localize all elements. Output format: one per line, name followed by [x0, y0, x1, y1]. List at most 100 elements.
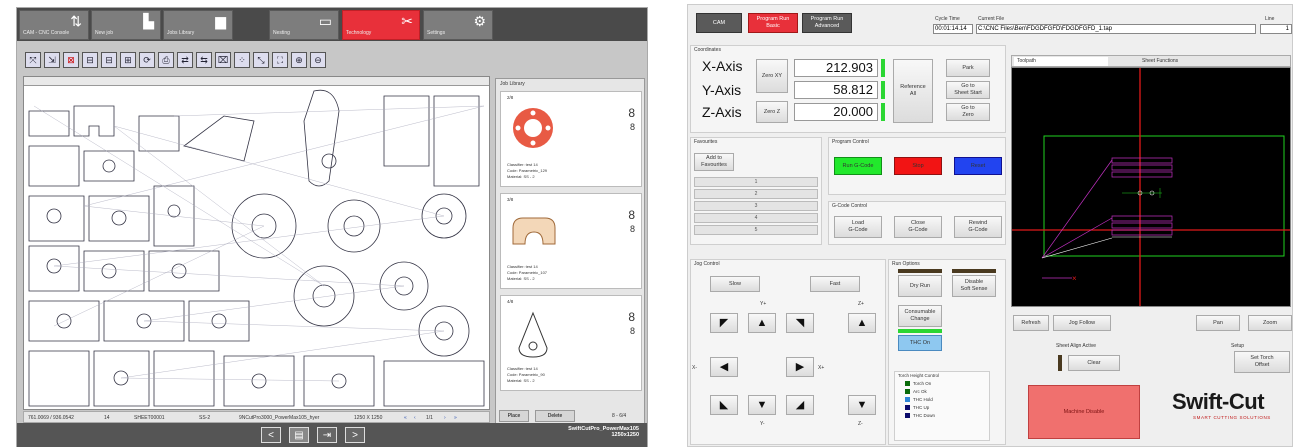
- jog-y-minus-button[interactable]: ▼: [748, 395, 776, 415]
- part-icon[interactable]: ⤧: [25, 52, 41, 68]
- toolpath-view[interactable]: ×: [1011, 67, 1291, 307]
- select-icon[interactable]: ⤡: [253, 52, 269, 68]
- tab-sheet-functions[interactable]: Sheet Functions: [1142, 58, 1178, 64]
- pan-button[interactable]: Pan: [1196, 315, 1240, 331]
- last-page-icon[interactable]: »: [454, 415, 457, 421]
- jog-z-plus-button[interactable]: ▲: [848, 313, 876, 333]
- favourite-slot[interactable]: 5: [694, 225, 818, 235]
- nesting-canvas[interactable]: [23, 76, 490, 410]
- stop-button[interactable]: Stop: [894, 157, 942, 175]
- y-status-bar: [881, 81, 885, 99]
- jog-fast-button[interactable]: Fast: [810, 276, 860, 292]
- favourite-slot[interactable]: 1: [694, 177, 818, 187]
- goto-sheet-start-button[interactable]: Go to Sheet Start: [946, 81, 990, 99]
- align-icon[interactable]: ⊞: [120, 52, 136, 68]
- dry-run-button[interactable]: Dry Run: [898, 275, 942, 297]
- jog-up-left-button[interactable]: ◤: [710, 313, 738, 333]
- machine-disable-button[interactable]: Machine Disable: [1028, 385, 1140, 439]
- export-icon[interactable]: ⇥: [317, 427, 337, 443]
- tab-settings[interactable]: Settings ⚙: [423, 10, 493, 40]
- gear-icon: ⚙: [473, 13, 486, 29]
- tab-nesting[interactable]: Nesting ▭: [269, 10, 339, 40]
- clear-icon[interactable]: ⌧: [215, 52, 231, 68]
- jog-down-left-button[interactable]: ◣: [710, 395, 738, 415]
- sheet-align-indicator: [1058, 355, 1062, 371]
- prev-page-icon[interactable]: ‹: [414, 415, 416, 421]
- jog-z-minus-button[interactable]: ▼: [848, 395, 876, 415]
- thc-on-button[interactable]: THC On: [898, 335, 942, 351]
- jog-y-plus-button[interactable]: ▲: [748, 313, 776, 333]
- first-page-icon[interactable]: «: [404, 415, 407, 421]
- disable-soft-sense-button[interactable]: Disable Soft Sense: [952, 275, 996, 297]
- zoom-in-icon[interactable]: ⊕: [291, 52, 307, 68]
- reference-all-button[interactable]: Reference All: [893, 59, 933, 123]
- refresh-button[interactable]: Refresh: [1013, 315, 1049, 331]
- add-favourites-button[interactable]: Add to Favourites: [694, 153, 734, 171]
- tab-cam-console[interactable]: CAM - CNC Console ⇅: [19, 10, 89, 40]
- group-title: Coordinates: [694, 47, 721, 53]
- card-qty: 8: [629, 224, 635, 234]
- run-advanced-button[interactable]: Program Run Advanced: [802, 13, 852, 33]
- fit-icon[interactable]: ⛶: [272, 52, 288, 68]
- jog-up-right-button[interactable]: ◥: [786, 313, 814, 333]
- x-plus-label: X+: [818, 365, 825, 371]
- cam-button[interactable]: CAM: [696, 13, 742, 33]
- align-icon[interactable]: ⊟: [82, 52, 98, 68]
- next-icon[interactable]: >: [345, 427, 365, 443]
- favourite-slot[interactable]: 4: [694, 213, 818, 223]
- current-file-label: Current File: [978, 16, 1005, 22]
- x-minus-label: X-: [692, 365, 697, 371]
- park-button[interactable]: Park: [946, 59, 990, 77]
- prev-icon[interactable]: <: [261, 427, 281, 443]
- card-info: Classifier: test 14 Code: Parametric_90 Ma…: [507, 366, 545, 384]
- goto-zero-button[interactable]: Go to Zero: [946, 103, 990, 121]
- clear-button[interactable]: Clear: [1068, 355, 1120, 371]
- zoom-button[interactable]: Zoom: [1248, 315, 1292, 331]
- nest-icon[interactable]: ⇄: [177, 52, 193, 68]
- thc-down: THC Down: [895, 412, 989, 420]
- part-icon[interactable]: ⇲: [44, 52, 60, 68]
- jog-x-minus-button[interactable]: ◀: [710, 357, 738, 377]
- tab-toolpath[interactable]: Toolpath: [1014, 57, 1108, 66]
- rotate-icon[interactable]: ⟳: [139, 52, 155, 68]
- tab-technology[interactable]: Technology ✂: [342, 10, 420, 40]
- card-info: Classifier: test 14 Code: Parametric_129 M…: [507, 162, 547, 180]
- delete-button[interactable]: Delete: [535, 410, 575, 422]
- jog-down-right-button[interactable]: ◢: [786, 395, 814, 415]
- rewind-gcode-button[interactable]: Rewind G-Code: [954, 216, 1002, 238]
- machine-file: 9NCutPro3000_PowerMax105_hyer: [239, 415, 320, 421]
- tab-jobs-library[interactable]: Jobs Library ▆: [163, 10, 233, 40]
- library-card[interactable]: 2/8 8 8 Classifier: test 14 Code: Paramet…: [500, 91, 642, 187]
- nesting-app-window: CAM - CNC Console ⇅ New job ▙ Jobs Library…: [16, 7, 648, 447]
- print-icon[interactable]: ⎙: [158, 52, 174, 68]
- next-page-icon[interactable]: ›: [444, 415, 446, 421]
- favourite-slot[interactable]: 2: [694, 189, 818, 199]
- place-button[interactable]: Place: [499, 410, 529, 422]
- consumable-change-button[interactable]: Consumable Change: [898, 305, 942, 327]
- doc-icon[interactable]: ▤: [289, 427, 309, 443]
- run-basic-button[interactable]: Program Run Basic: [748, 13, 798, 33]
- zoom-out-icon[interactable]: ⊖: [310, 52, 326, 68]
- load-gcode-button[interactable]: Load G-Code: [834, 216, 882, 238]
- reset-button[interactable]: Reset: [954, 157, 1002, 175]
- group-title: Jog Control: [694, 261, 720, 267]
- jog-slow-button[interactable]: Slow: [710, 276, 760, 292]
- part-icon[interactable]: ⊠: [63, 52, 79, 68]
- z-status-bar: [881, 103, 885, 121]
- tab-new-job[interactable]: New job ▙: [91, 10, 161, 40]
- favourite-slot[interactable]: 3: [694, 201, 818, 211]
- group-title: Favourites: [694, 139, 718, 145]
- align-icon[interactable]: ⊟: [101, 52, 117, 68]
- jog-x-plus-button[interactable]: ▶: [786, 357, 814, 377]
- jog-follow-button[interactable]: Jog Follow: [1053, 315, 1111, 331]
- library-card[interactable]: 3/8 8 8 Classifier: test 14 Code: Paramet…: [500, 193, 642, 289]
- zero-z-button[interactable]: Zero Z: [756, 101, 788, 123]
- grid-icon[interactable]: ⁘: [234, 52, 250, 68]
- nest-icon[interactable]: ⇆: [196, 52, 212, 68]
- set-torch-offset-button[interactable]: Set Torch Offset: [1234, 351, 1290, 373]
- close-gcode-button[interactable]: Close G-Code: [894, 216, 942, 238]
- zero-xy-button[interactable]: Zero XY: [756, 59, 788, 93]
- library-card[interactable]: 4/8 8 8 Classifier: test 14 Code: Paramet…: [500, 295, 642, 391]
- thc-label: Torch On: [913, 381, 932, 386]
- run-gcode-button[interactable]: Run G-Code: [834, 157, 882, 175]
